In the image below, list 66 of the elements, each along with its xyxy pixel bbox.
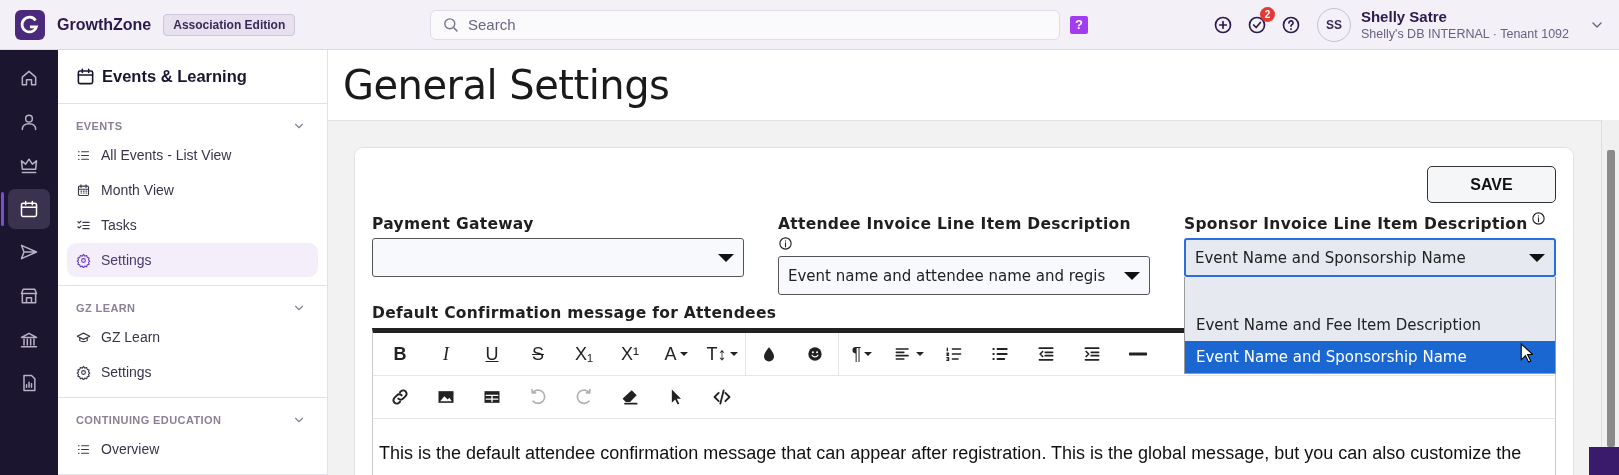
calendar-icon bbox=[19, 198, 39, 219]
outdent-icon bbox=[1036, 344, 1056, 364]
add-icon bbox=[1212, 14, 1233, 35]
bold-button[interactable]: B bbox=[377, 337, 423, 371]
redo-icon bbox=[574, 387, 594, 407]
format-button[interactable]: ¶ bbox=[839, 337, 885, 371]
undo-icon bbox=[528, 387, 548, 407]
dropdown-option[interactable]: Event Name and Sponsorship Name bbox=[1185, 341, 1555, 373]
search-icon bbox=[442, 15, 459, 33]
home-icon bbox=[19, 68, 39, 88]
sidebar-item[interactable]: All Events - List View bbox=[67, 138, 318, 172]
sidebar-item[interactable]: Tasks bbox=[67, 208, 318, 242]
sidebar-item[interactable]: Settings bbox=[67, 355, 318, 389]
format-button[interactable]: X₁ bbox=[561, 337, 607, 371]
select-field[interactable]: Event name and attendee name and regis bbox=[778, 256, 1150, 295]
horizontal-rule-icon bbox=[1129, 352, 1147, 356]
scrollbar[interactable] bbox=[1601, 120, 1619, 447]
save-button[interactable]: SAVE bbox=[1427, 166, 1556, 203]
search-field[interactable]: Search bbox=[430, 9, 1060, 40]
format-button[interactable]: T↕ bbox=[699, 337, 745, 371]
notification-count: 2 bbox=[1259, 6, 1275, 22]
app-name: GrowthZone bbox=[57, 15, 152, 34]
caret-icon bbox=[1124, 271, 1140, 280]
caret-icon bbox=[718, 253, 734, 262]
logo-icon[interactable] bbox=[15, 9, 45, 40]
select-field[interactable]: Event Name and Sponsorship Name bbox=[1184, 238, 1556, 277]
mouse-cursor-icon bbox=[1520, 343, 1533, 363]
link-icon bbox=[390, 387, 410, 407]
field-label: Sponsor Invoice Line Item Description bbox=[1184, 215, 1528, 233]
graduation-cap-icon bbox=[76, 329, 91, 345]
sidebar-item[interactable]: Month View bbox=[67, 173, 318, 207]
sidebar-title: Events & Learning bbox=[102, 67, 247, 86]
select-field[interactable] bbox=[372, 238, 744, 277]
field-label: Default Confirmation message for Attendees bbox=[372, 304, 778, 322]
section-heading: CONTINUING EDUCATION bbox=[76, 414, 222, 426]
sidebar-item[interactable]: Settings bbox=[67, 243, 318, 277]
italic-button[interactable]: I bbox=[423, 337, 469, 371]
user-subtitle: Shelly's DB INTERNAL · Tenant 1092 bbox=[1360, 27, 1569, 41]
code-icon bbox=[712, 387, 732, 407]
info-icon[interactable] bbox=[778, 236, 793, 251]
edition-badge: Association Edition bbox=[163, 13, 296, 36]
user-name: Shelly Satre bbox=[1360, 8, 1448, 25]
info-icon[interactable] bbox=[1530, 211, 1546, 226]
section-heading: GZ LEARN bbox=[76, 302, 136, 314]
help-badge[interactable]: ? bbox=[1070, 15, 1088, 34]
help-icon bbox=[1280, 14, 1301, 35]
strike-button[interactable]: S bbox=[515, 337, 561, 371]
indent-icon bbox=[1082, 344, 1102, 364]
check-icon bbox=[1246, 14, 1267, 35]
settings-icon bbox=[76, 252, 91, 268]
smiley-icon bbox=[805, 344, 825, 364]
caret-icon bbox=[1529, 253, 1545, 262]
underline-button[interactable]: U bbox=[469, 337, 515, 371]
sidebar-item[interactable]: Overview bbox=[67, 432, 318, 466]
format-button[interactable]: A bbox=[653, 337, 699, 371]
field-label: Payment Gateway bbox=[372, 215, 534, 233]
editor-text: This is the default attendee confirmation message that can appear after registration. This is the global message, but you can also customize the bbox=[378, 442, 1523, 465]
format-button[interactable]: X¹ bbox=[607, 337, 653, 371]
sidebar-item[interactable]: GZ Learn bbox=[67, 320, 318, 354]
eraser-icon bbox=[620, 387, 640, 407]
field-label: Attendee Invoice Line Item Description bbox=[778, 215, 1131, 233]
settings-icon bbox=[76, 364, 91, 380]
calendar-icon bbox=[76, 182, 91, 198]
page-title: General Settings bbox=[343, 62, 670, 108]
calendar-icon bbox=[76, 67, 95, 86]
section-heading: EVENTS bbox=[76, 120, 123, 132]
